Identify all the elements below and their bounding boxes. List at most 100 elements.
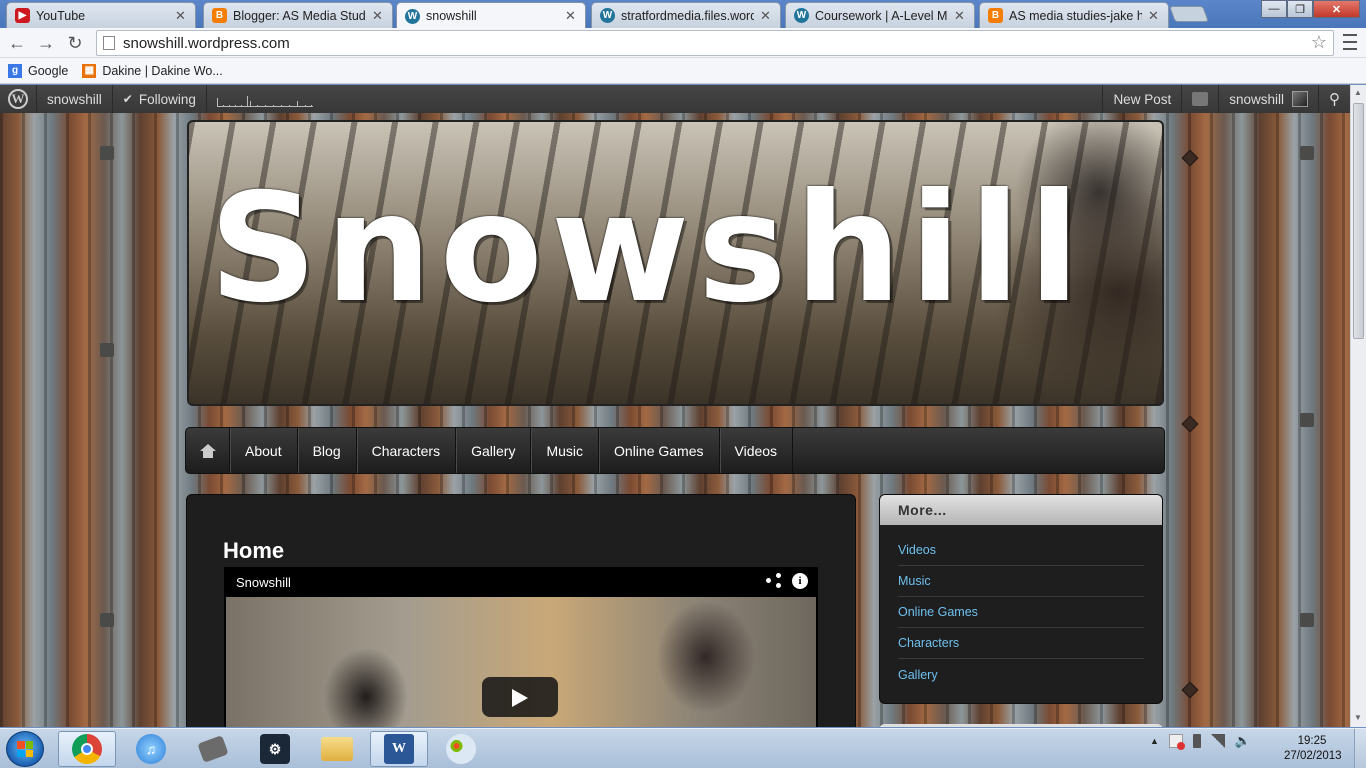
video-player[interactable]: Snowshill i bbox=[224, 567, 818, 727]
close-icon[interactable]: ✕ bbox=[565, 8, 577, 24]
word-icon: W bbox=[384, 734, 414, 764]
sidebar-widget-more: More... Videos Music Online Games Charac… bbox=[879, 494, 1163, 704]
forward-icon[interactable]: → bbox=[35, 32, 57, 54]
new-post-label: New Post bbox=[1113, 91, 1172, 107]
taskbar-explorer[interactable] bbox=[308, 731, 366, 767]
nav-online-games[interactable]: Online Games bbox=[599, 428, 720, 473]
widget-link-list: Videos Music Online Games Characters Gal… bbox=[898, 535, 1144, 690]
page-title: Home bbox=[223, 538, 285, 563]
minimize-button[interactable]: — bbox=[1261, 0, 1287, 18]
bolt-decoration bbox=[100, 146, 114, 160]
wordpress-logo[interactable]: W bbox=[0, 85, 37, 113]
close-icon[interactable]: ✕ bbox=[760, 8, 772, 24]
taskbar-clock[interactable]: 19:25 27/02/2013 bbox=[1284, 734, 1342, 764]
main-navigation: About Blog Characters Gallery Music Onli… bbox=[185, 427, 1165, 474]
start-button[interactable] bbox=[6, 731, 44, 767]
close-icon[interactable]: ✕ bbox=[372, 8, 384, 24]
bookmark-google[interactable]: g Google bbox=[8, 63, 68, 78]
site-header-banner[interactable]: Snowshill bbox=[187, 120, 1164, 406]
sidebar-link-characters[interactable]: Characters bbox=[898, 628, 1144, 659]
sidebar-link-music[interactable]: Music bbox=[898, 566, 1144, 597]
rivet-decoration bbox=[1181, 149, 1199, 167]
folder-icon bbox=[321, 737, 353, 761]
scroll-up-icon[interactable]: ▲ bbox=[1354, 88, 1362, 97]
bolt-decoration bbox=[1300, 613, 1314, 627]
page-icon bbox=[103, 36, 115, 50]
stats-sparkline[interactable] bbox=[207, 85, 323, 113]
wordpress-icon: W bbox=[405, 8, 420, 24]
taskbar-clapper[interactable] bbox=[184, 731, 242, 767]
tab-youtube[interactable]: ▶ YouTube ✕ bbox=[6, 2, 196, 28]
nav-home[interactable] bbox=[186, 428, 230, 473]
tray-expand-icon[interactable]: ▲ bbox=[1150, 736, 1159, 746]
sidebar-link-online-games[interactable]: Online Games bbox=[898, 597, 1144, 628]
taskbar-chrome[interactable] bbox=[58, 731, 116, 767]
close-window-button[interactable]: ✕ bbox=[1313, 0, 1360, 18]
nav-characters[interactable]: Characters bbox=[357, 428, 457, 473]
site-name: snowshill bbox=[47, 91, 102, 107]
battery-icon[interactable] bbox=[1192, 734, 1201, 748]
taskbar-paint[interactable] bbox=[432, 731, 490, 767]
scrollbar-thumb[interactable] bbox=[1353, 103, 1364, 339]
main-content: Home Snowshill i bbox=[186, 494, 856, 727]
bolt-decoration bbox=[100, 613, 114, 627]
info-icon[interactable]: i bbox=[792, 573, 808, 589]
url-text[interactable]: snowshill.wordpress.com bbox=[123, 35, 290, 52]
nav-about[interactable]: About bbox=[230, 428, 298, 473]
bookmark-label: Dakine | Dakine Wo... bbox=[102, 63, 223, 78]
new-tab-button[interactable] bbox=[1169, 6, 1209, 22]
tab-as-media[interactable]: B AS media studies-jake has ✕ bbox=[979, 2, 1169, 28]
steam-icon: ⚙ bbox=[260, 734, 290, 764]
tab-blogger[interactable]: B Blogger: AS Media Studies ✕ bbox=[203, 2, 393, 28]
sidebar-link-gallery[interactable]: Gallery bbox=[898, 659, 1144, 690]
nav-blog[interactable]: Blog bbox=[298, 428, 357, 473]
page-scrollbar[interactable]: ▲ ▼ bbox=[1350, 85, 1366, 727]
system-tray: ▲ 🔈 bbox=[1150, 733, 1251, 750]
rivet-decoration bbox=[1181, 681, 1199, 699]
nav-music[interactable]: Music bbox=[531, 428, 600, 473]
close-icon[interactable]: ✕ bbox=[1148, 8, 1160, 24]
maximize-button[interactable]: ❐ bbox=[1287, 0, 1313, 18]
rivet-decoration bbox=[1181, 415, 1199, 433]
browser-toolbar: ← → ↻ snowshill.wordpress.com ☆ bbox=[0, 28, 1366, 58]
tab-title: AS media studies-jake has bbox=[1009, 8, 1142, 23]
user-menu[interactable]: snowshill bbox=[1218, 85, 1318, 113]
nav-videos[interactable]: Videos bbox=[720, 428, 794, 473]
address-bar[interactable]: snowshill.wordpress.com ☆ bbox=[96, 30, 1334, 56]
new-post-button[interactable]: New Post bbox=[1102, 85, 1181, 113]
sidebar-link-videos[interactable]: Videos bbox=[898, 535, 1144, 566]
nav-gallery[interactable]: Gallery bbox=[456, 428, 532, 473]
back-icon[interactable]: ← bbox=[6, 32, 28, 54]
signal-icon[interactable] bbox=[1210, 734, 1225, 748]
site-link[interactable]: snowshill bbox=[37, 85, 113, 113]
volume-icon[interactable]: 🔈 bbox=[1235, 733, 1251, 749]
dakine-icon: ▦ bbox=[82, 63, 97, 78]
following-button[interactable]: ✔ Following bbox=[113, 85, 207, 113]
share-icon[interactable] bbox=[766, 573, 782, 589]
taskbar-itunes[interactable]: ♫ bbox=[122, 731, 180, 767]
close-icon[interactable]: ✕ bbox=[175, 8, 187, 24]
show-desktop-button[interactable] bbox=[1354, 729, 1366, 768]
bookmark-dakine[interactable]: ▦ Dakine | Dakine Wo... bbox=[82, 63, 223, 78]
taskbar-word[interactable]: W bbox=[370, 731, 428, 767]
search-icon: ⚲ bbox=[1329, 91, 1340, 108]
page-background: Snowshill About Blog Characters Gallery … bbox=[0, 113, 1350, 727]
play-button[interactable] bbox=[482, 677, 558, 717]
tab-snowshill[interactable]: W snowshill ✕ bbox=[396, 2, 586, 29]
scroll-down-icon[interactable]: ▼ bbox=[1354, 713, 1362, 722]
wordpress-icon: W bbox=[600, 8, 615, 23]
menu-icon[interactable] bbox=[1343, 34, 1357, 50]
tab-coursework[interactable]: W Coursework | A-Level Med ✕ bbox=[785, 2, 975, 28]
taskbar-steam[interactable]: ⚙ bbox=[246, 731, 304, 767]
video-title[interactable]: Snowshill bbox=[236, 575, 291, 590]
tab-stratfordmedia[interactable]: W stratfordmedia.files.wordp ✕ bbox=[591, 2, 781, 28]
star-icon[interactable]: ☆ bbox=[1311, 32, 1327, 53]
reload-icon[interactable]: ↻ bbox=[64, 32, 86, 54]
close-icon[interactable]: ✕ bbox=[954, 8, 966, 24]
notifications-button[interactable] bbox=[1181, 85, 1218, 113]
action-center-icon[interactable] bbox=[1168, 734, 1185, 750]
blogger-icon: B bbox=[988, 8, 1003, 23]
site-title: Snowshill bbox=[209, 174, 1088, 324]
search-button[interactable]: ⚲ bbox=[1318, 85, 1350, 113]
check-icon: ✔ bbox=[122, 92, 133, 106]
